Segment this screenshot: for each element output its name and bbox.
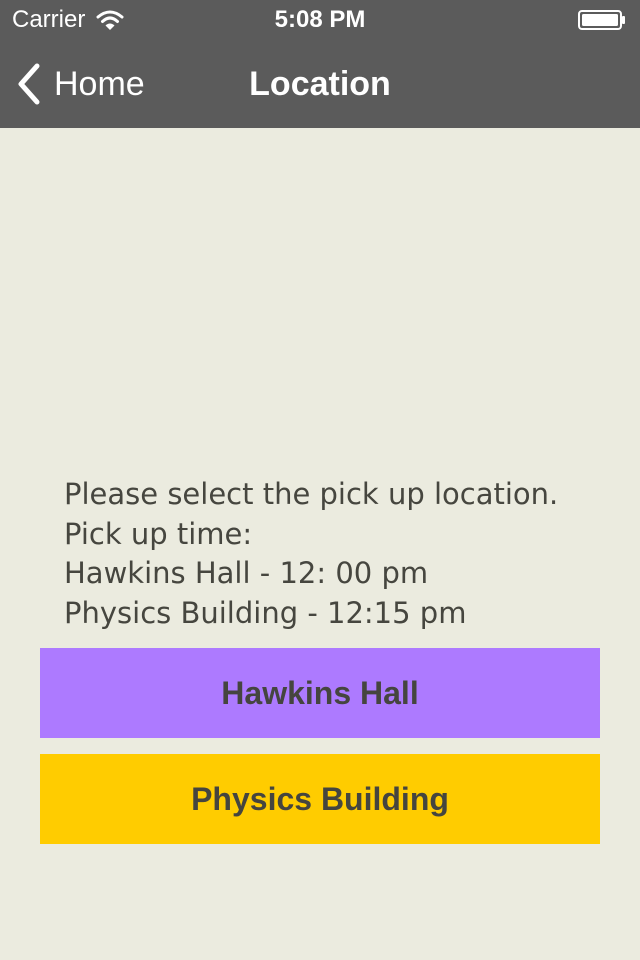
page-title: Location <box>249 65 391 103</box>
pickup-time-physics: Physics Building - 12:15 pm <box>64 595 467 630</box>
hawkins-hall-button[interactable]: Hawkins Hall <box>40 648 600 738</box>
battery-icon <box>578 10 625 30</box>
pickup-instructions: Please select the pick up location. Pick… <box>64 475 624 633</box>
top-bar: Carrier 5:08 PM Home Location <box>0 0 640 128</box>
instruction-select-location: Please select the pick up location. <box>64 477 559 511</box>
status-bar: Carrier 5:08 PM <box>0 0 640 40</box>
physics-building-button[interactable]: Physics Building <box>40 754 600 844</box>
pickup-time-heading: Pick up time: <box>64 516 253 551</box>
status-time: 5:08 PM <box>274 6 366 33</box>
pickup-time-hawkins: Hawkins Hall - 12: 00 pm <box>64 556 429 590</box>
navigation-bar: Home Location <box>0 40 640 128</box>
location-screen: Carrier 5:08 PM Home Location Please sel… <box>0 0 640 960</box>
